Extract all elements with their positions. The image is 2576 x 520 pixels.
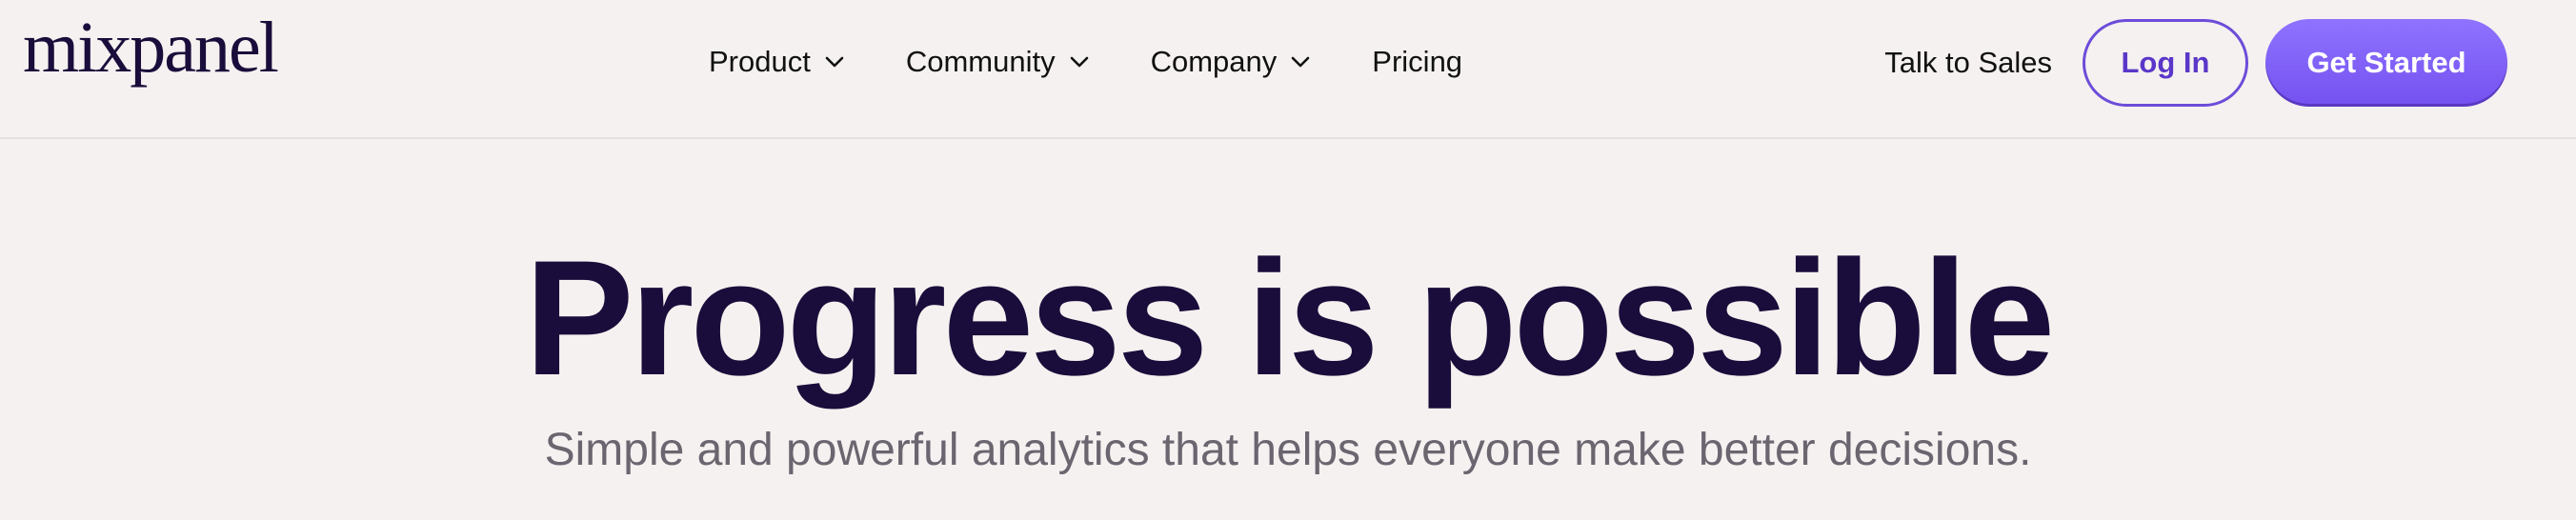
chevron-down-icon bbox=[825, 56, 844, 68]
hero-subtitle: Simple and powerful analytics that helps… bbox=[544, 425, 2032, 475]
site-header: mixpanel Product Community Company Prici… bbox=[0, 0, 2576, 139]
chevron-down-icon bbox=[1291, 56, 1310, 68]
header-actions: Talk to Sales Log In Get Started bbox=[1884, 19, 2507, 107]
mixpanel-logo[interactable]: mixpanel bbox=[23, 11, 279, 84]
talk-to-sales-link[interactable]: Talk to Sales bbox=[1884, 46, 2052, 80]
nav-item-label: Product bbox=[709, 45, 811, 78]
nav-item-product[interactable]: Product bbox=[709, 45, 845, 79]
nav-item-pricing[interactable]: Pricing bbox=[1372, 45, 1462, 79]
nav-item-company[interactable]: Company bbox=[1151, 45, 1312, 79]
hero-title: Progress is possible bbox=[524, 227, 2055, 410]
nav-item-label: Community bbox=[905, 45, 1056, 78]
get-started-button[interactable]: Get Started bbox=[2265, 19, 2507, 107]
nav-item-label: Pricing bbox=[1372, 45, 1463, 78]
nav-item-label: Company bbox=[1150, 45, 1278, 78]
chevron-down-icon bbox=[1070, 56, 1088, 68]
login-button[interactable]: Log In bbox=[2083, 19, 2248, 107]
main-nav: Product Community Company Pricing bbox=[709, 38, 1462, 86]
nav-item-community[interactable]: Community bbox=[906, 45, 1090, 79]
